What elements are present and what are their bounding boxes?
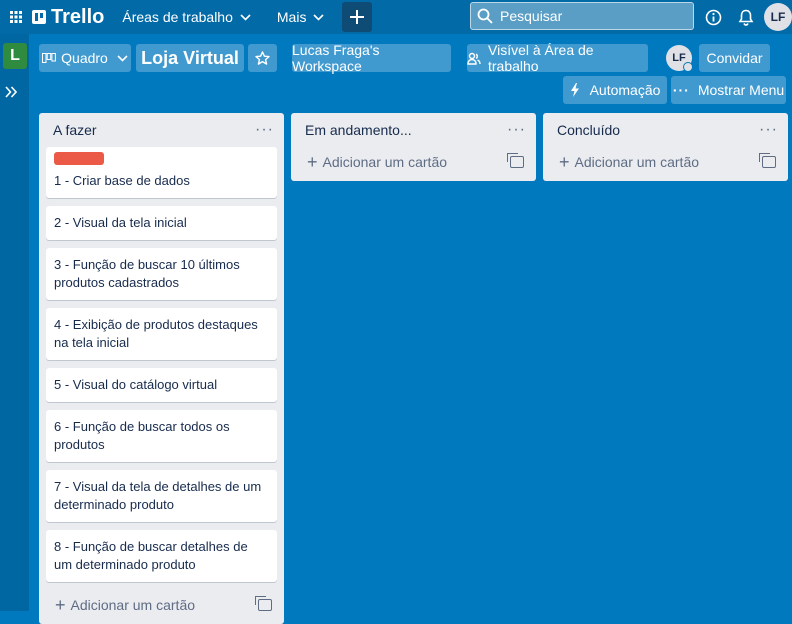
chevron-down-icon — [117, 54, 128, 62]
board-view-label: Quadro — [61, 50, 108, 66]
card-title: 3 - Função de buscar 10 últimos produtos… — [54, 257, 240, 290]
plus-icon — [350, 10, 365, 24]
card-5[interactable]: 5 - Visual do catálogo virtual — [46, 368, 277, 402]
add-card-row: + Adicionar um cartão — [543, 147, 788, 177]
board-member-avatar[interactable]: LF — [666, 45, 693, 72]
lightning-icon — [570, 83, 579, 97]
list-header: Concluído ··· — [543, 113, 788, 147]
plus-icon: + — [55, 594, 66, 615]
workspace-badge[interactable]: L — [3, 43, 27, 69]
trello-logo[interactable]: Trello — [32, 6, 104, 29]
card-title: 8 - Função de buscar detalhes de um dete… — [54, 539, 248, 572]
expand-sidebar-icon[interactable] — [5, 85, 18, 103]
show-menu-label: Mostrar Menu — [697, 82, 785, 98]
chevron-down-icon — [240, 13, 251, 21]
card-label-red[interactable] — [54, 152, 104, 165]
visibility-button[interactable]: Visível à Área de trabalho — [467, 42, 648, 74]
card-title: 6 - Função de buscar todos os produtos — [54, 419, 230, 452]
automation-button[interactable]: Automação — [563, 76, 667, 104]
create-button[interactable] — [342, 2, 373, 32]
automation-label: Automação — [589, 82, 661, 98]
card-title: 2 - Visual da tela inicial — [54, 215, 187, 230]
add-card-button[interactable]: + Adicionar um cartão — [559, 152, 699, 173]
card-3[interactable]: 3 - Função de buscar 10 últimos produtos… — [46, 248, 277, 300]
list-a-fazer: A fazer ··· 1 - Criar base de dados 2 - … — [39, 113, 284, 624]
list-concluido: Concluído ··· + Adicionar um cartão — [543, 113, 788, 181]
admin-badge-icon — [683, 62, 693, 72]
workspaces-label: Áreas de trabalho — [122, 9, 233, 25]
search-box[interactable] — [470, 2, 694, 30]
list-menu-dots-icon[interactable]: ··· — [255, 121, 274, 139]
list-menu-dots-icon[interactable]: ··· — [507, 121, 526, 139]
plus-icon: + — [307, 151, 318, 172]
user-avatar[interactable]: LF — [764, 3, 792, 31]
workspace-button[interactable]: Lucas Fraga's Workspace — [292, 42, 451, 74]
invite-button[interactable]: Convidar — [699, 44, 770, 72]
chevron-down-icon — [313, 13, 325, 21]
more-dropdown[interactable]: Mais — [271, 3, 331, 31]
app-switcher-grid-icon[interactable] — [2, 3, 30, 31]
info-icon[interactable] — [703, 7, 723, 27]
plus-icon: + — [559, 151, 570, 172]
board-view-icon — [42, 53, 57, 63]
card-template-icon[interactable] — [255, 596, 272, 611]
board-title[interactable]: Loja Virtual — [136, 44, 244, 72]
search-icon — [477, 8, 493, 24]
workspaces-dropdown[interactable]: Áreas de trabalho — [116, 3, 257, 31]
board-member-initials: LF — [672, 52, 686, 64]
notifications-bell-icon[interactable] — [736, 7, 756, 27]
star-icon — [255, 50, 270, 65]
list-title[interactable]: A fazer — [53, 122, 97, 138]
more-dots-icon: ··· — [672, 82, 690, 98]
list-title[interactable]: Em andamento... — [305, 122, 412, 138]
card-template-icon[interactable] — [759, 153, 776, 168]
card-title: 5 - Visual do catálogo virtual — [54, 377, 218, 392]
trello-logo-icon — [32, 10, 46, 24]
list-header: Em andamento... ··· — [291, 113, 536, 147]
show-menu-button[interactable]: ··· Mostrar Menu — [671, 76, 786, 104]
visibility-label: Visível à Área de trabalho — [488, 42, 594, 74]
star-board-button[interactable] — [248, 44, 277, 72]
add-card-button[interactable]: + Adicionar um cartão — [307, 152, 447, 173]
card-7[interactable]: 7 - Visual da tela de detalhes de um det… — [46, 470, 277, 522]
list-menu-dots-icon[interactable]: ··· — [759, 121, 778, 139]
board-view-switcher[interactable]: Quadro — [39, 44, 131, 72]
trello-logo-text: Trello — [51, 5, 105, 28]
add-card-label: Adicionar um cartão — [574, 154, 700, 170]
card-title: 7 - Visual da tela de detalhes de um det… — [54, 479, 262, 512]
search-input[interactable] — [498, 7, 682, 25]
add-card-label: Adicionar um cartão — [322, 154, 448, 170]
card-8[interactable]: 8 - Função de buscar detalhes de um dete… — [46, 530, 277, 582]
card-template-icon[interactable] — [507, 153, 524, 168]
card-title: 4 - Exibição de produtos destaques na te… — [54, 317, 258, 350]
card-title: 1 - Criar base de dados — [54, 173, 190, 188]
people-icon — [467, 52, 481, 65]
card-2[interactable]: 2 - Visual da tela inicial — [46, 206, 277, 240]
card-6[interactable]: 6 - Função de buscar todos os produtos — [46, 410, 277, 462]
card-1[interactable]: 1 - Criar base de dados — [46, 147, 277, 198]
list-header: A fazer ··· — [39, 113, 284, 147]
more-label: Mais — [276, 9, 307, 25]
add-card-row: + Adicionar um cartão — [291, 147, 536, 177]
card-4[interactable]: 4 - Exibição de produtos destaques na te… — [46, 308, 277, 360]
list-title[interactable]: Concluído — [557, 122, 620, 138]
list-em-andamento: Em andamento... ··· + Adicionar um cartã… — [291, 113, 536, 181]
add-card-row: + Adicionar um cartão — [39, 590, 284, 620]
add-card-button[interactable]: + Adicionar um cartão — [55, 595, 195, 616]
workspace-sidebar: L — [0, 34, 29, 611]
